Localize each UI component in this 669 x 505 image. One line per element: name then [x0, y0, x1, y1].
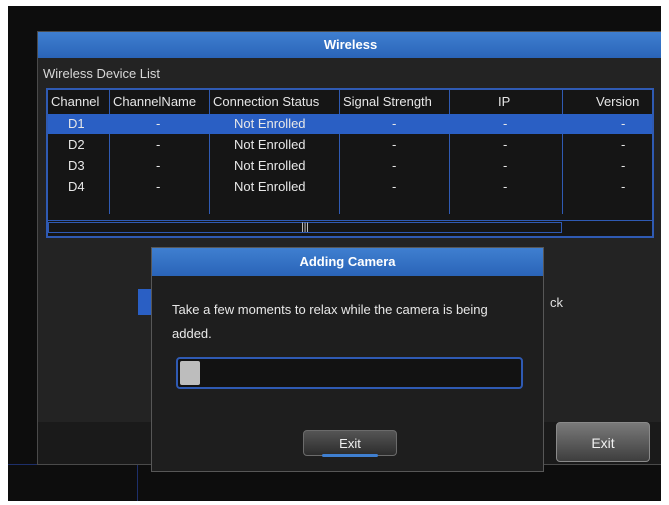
status-cell: Not Enrolled: [234, 116, 306, 131]
channel-name-cell: -: [156, 179, 161, 194]
dvr-screen: Wireless Wireless Device List Channel Ch…: [8, 6, 661, 501]
progress-bar: [176, 357, 523, 389]
obscured-button-label[interactable]: ck: [550, 295, 563, 310]
device-table: Channel ChannelName Connection Status Si…: [46, 88, 654, 238]
status-cell: Not Enrolled: [234, 158, 306, 173]
table-row[interactable]: D3 - Not Enrolled - - -: [48, 156, 652, 176]
table-row[interactable]: D1 - Not Enrolled - - -: [48, 114, 652, 134]
ip-cell: -: [503, 158, 508, 173]
version-cell: -: [621, 137, 626, 152]
scrollbar-thumb[interactable]: |||: [48, 222, 562, 233]
column-header-connection-status[interactable]: Connection Status: [213, 94, 319, 109]
channel-cell: D3: [68, 158, 85, 173]
progress-fill: [180, 361, 200, 385]
ip-cell: -: [503, 179, 508, 194]
dialog-exit-button[interactable]: Exit: [303, 430, 397, 456]
dialog-title: Adding Camera: [152, 248, 543, 276]
window-title: Wireless: [38, 32, 661, 58]
column-header-version[interactable]: Version: [596, 94, 639, 109]
column-header-ip[interactable]: IP: [498, 94, 510, 109]
background-grid-line: [137, 461, 138, 501]
signal-cell: -: [392, 179, 397, 194]
signal-cell: -: [392, 116, 397, 131]
horizontal-scrollbar[interactable]: |||: [48, 220, 652, 235]
version-cell: -: [621, 158, 626, 173]
adding-camera-dialog: Adding Camera Take a few moments to rela…: [151, 247, 544, 472]
channel-cell: D2: [68, 137, 85, 152]
signal-cell: -: [392, 158, 397, 173]
version-cell: -: [621, 116, 626, 131]
dialog-message: Take a few moments to relax while the ca…: [172, 302, 488, 341]
column-header-channelname[interactable]: ChannelName: [113, 94, 196, 109]
channel-cell: D1: [68, 116, 85, 131]
table-row[interactable]: D4 - Not Enrolled - - -: [48, 177, 652, 197]
version-cell: -: [621, 179, 626, 194]
status-cell: Not Enrolled: [234, 179, 306, 194]
channel-name-cell: -: [156, 116, 161, 131]
exit-button[interactable]: Exit: [556, 422, 650, 462]
channel-name-cell: -: [156, 158, 161, 173]
channel-cell: D4: [68, 179, 85, 194]
ip-cell: -: [503, 137, 508, 152]
obscured-button[interactable]: [138, 289, 152, 315]
device-list-title: Wireless Device List: [43, 66, 161, 81]
exit-button-highlight: [322, 454, 378, 457]
signal-cell: -: [392, 137, 397, 152]
channel-name-cell: -: [156, 137, 161, 152]
ip-cell: -: [503, 116, 508, 131]
table-row[interactable]: D2 - Not Enrolled - - -: [48, 135, 652, 155]
column-header-signal-strength[interactable]: Signal Strength: [343, 94, 432, 109]
column-header-channel[interactable]: Channel: [51, 94, 99, 109]
status-cell: Not Enrolled: [234, 137, 306, 152]
